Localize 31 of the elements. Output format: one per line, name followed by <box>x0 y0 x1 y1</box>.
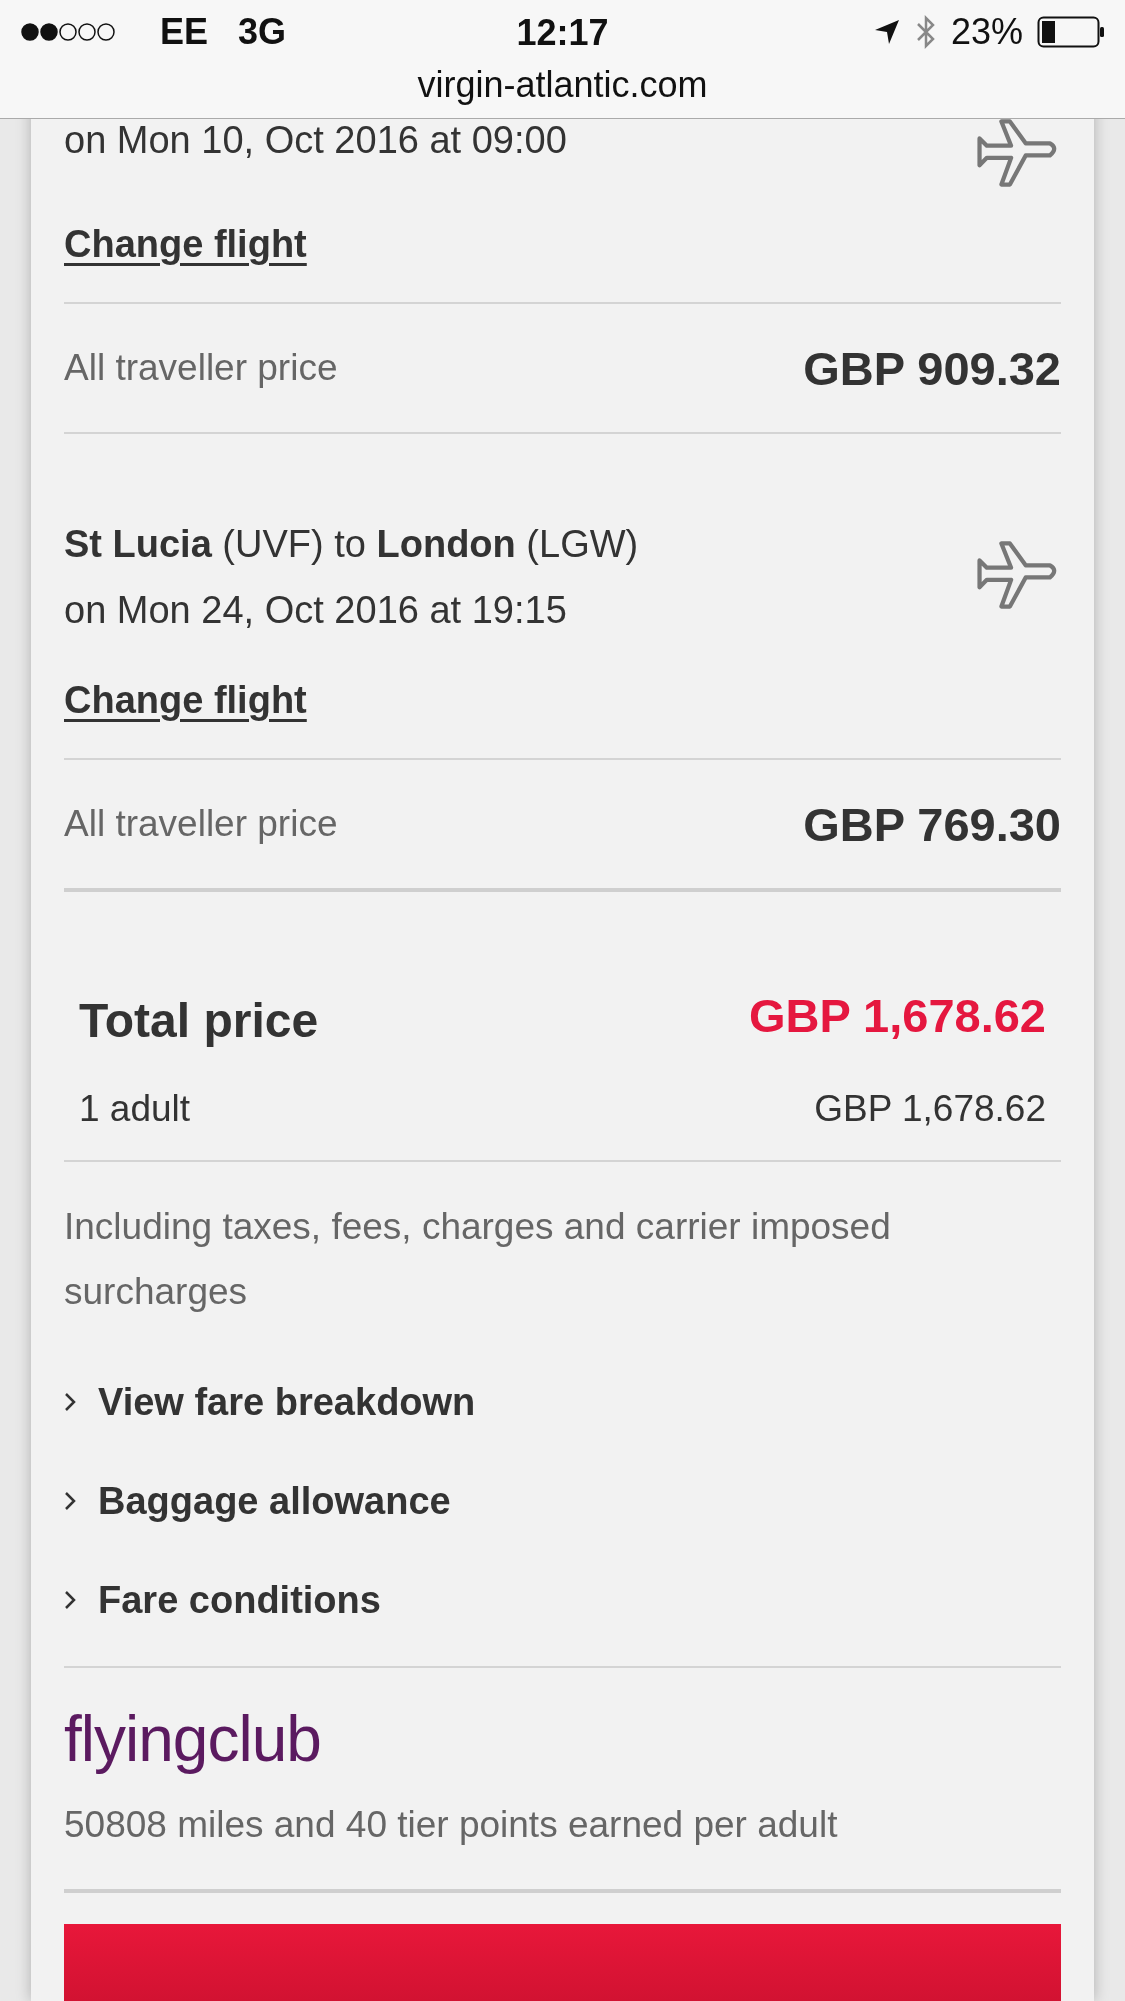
carrier-name: EE <box>160 11 209 53</box>
change-flight-link[interactable]: Change flight <box>64 670 307 730</box>
flight-price: GBP 769.30 <box>803 796 1061 852</box>
battery-percentage: 23% <box>950 11 1023 53</box>
flight-date: on Mon 10, Oct 2016 at 09:00 <box>64 118 567 163</box>
change-flight-link[interactable]: Change flight <box>64 214 307 274</box>
price-label: All traveller price <box>64 803 338 845</box>
flight-price: GBP 909.32 <box>803 340 1061 396</box>
flight-route: St Lucia (UVF) to London (LGW) <box>64 522 639 567</box>
expander-link[interactable]: Fare conditions <box>64 1565 1061 1635</box>
passenger-amount: GBP 1,678.62 <box>814 1087 1046 1131</box>
signal-icon <box>20 22 118 42</box>
clock-time: 12:17 <box>516 12 609 54</box>
expander-link[interactable]: View fare breakdown <box>64 1367 1061 1437</box>
battery-icon <box>1037 16 1105 48</box>
price-note: Including taxes, fees, charges and carrier imposed surcharges <box>64 1205 892 1314</box>
passenger-label: 1 adult <box>79 1087 191 1131</box>
page-url[interactable]: virgin-atlantic.com <box>417 64 708 106</box>
bluetooth-icon <box>914 15 937 49</box>
chevron-icon <box>64 1392 76 1412</box>
miles-text: 50808 miles and 40 tier points earned per adult <box>64 1803 839 1847</box>
total-price-label: Total price <box>79 992 319 1048</box>
total-price-amount: GBP 1,678.62 <box>749 987 1046 1043</box>
price-label: All traveller price <box>64 347 338 389</box>
network-type: 3G <box>238 11 287 53</box>
flyingclub-logo: flyingclub <box>64 1702 321 1777</box>
chevron-icon <box>64 1590 76 1610</box>
expander-link[interactable]: Baggage allowance <box>64 1466 1061 1536</box>
flight-date: on Mon 24, Oct 2016 at 19:15 <box>64 588 567 633</box>
action-button[interactable] <box>64 1924 1061 2001</box>
chevron-icon <box>64 1491 76 1511</box>
